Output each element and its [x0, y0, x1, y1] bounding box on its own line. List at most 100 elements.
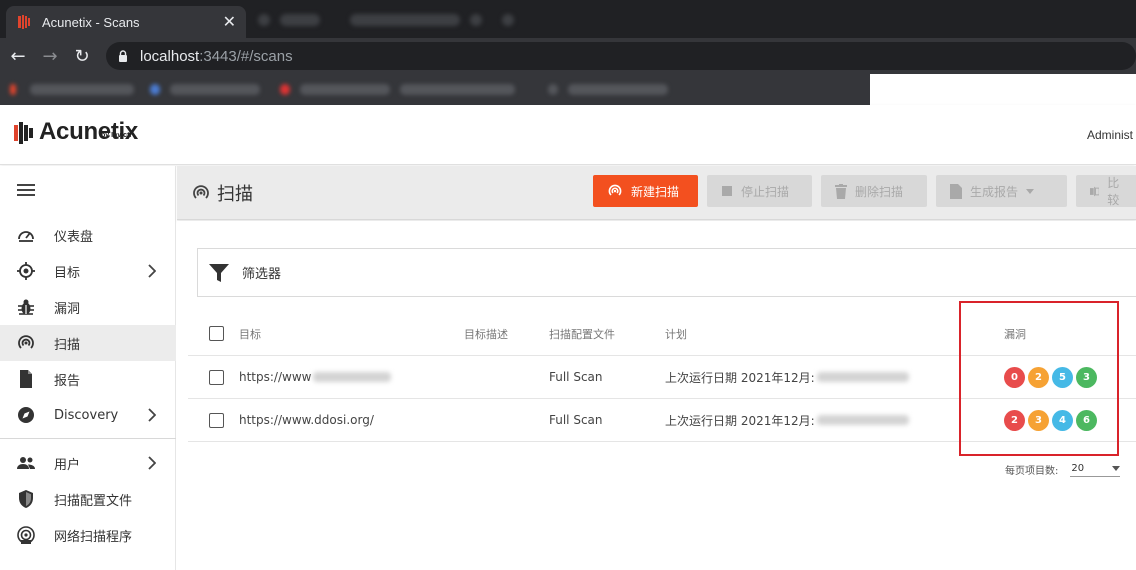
sidebar-item-scan-profiles[interactable]: 扫描配置文件: [0, 481, 176, 517]
row-checkbox[interactable]: [209, 369, 224, 385]
compare-scans-label: 比较: [1107, 176, 1120, 207]
row-select-cell: [209, 356, 224, 398]
new-tab-button[interactable]: [502, 14, 514, 26]
pagination: 每页项目数: 20: [1005, 461, 1121, 477]
compare-scans-button[interactable]: 比较: [1076, 175, 1136, 207]
chevron-right-icon: [148, 408, 156, 422]
items-per-page-select[interactable]: 20: [1070, 461, 1121, 477]
sidebar-nav: 仪表盘 目标 漏洞 扫描 报告 Discovery 用户 扫描配置文件 网络扫描…: [0, 217, 176, 553]
sidebar-item-scans[interactable]: 扫描: [0, 325, 176, 361]
generate-report-label: 生成报告: [970, 184, 1019, 199]
users-icon: [16, 453, 36, 473]
blurred-tab-title: [280, 14, 320, 26]
caret-down-icon: [1026, 188, 1035, 194]
row-select-cell: [209, 399, 224, 441]
bookmark-item[interactable]: [30, 84, 134, 95]
bookmark-icon: [548, 84, 558, 95]
schedule-text: 上次运行日期 2021年12月:: [665, 413, 815, 428]
redacted-text: [313, 372, 392, 382]
bookmarks-bar-blank: [870, 74, 1136, 107]
medium-severity-count[interactable]: 2: [1028, 366, 1049, 388]
sidebar-item-network-scanner[interactable]: 网络扫描程序: [0, 517, 176, 553]
document-icon: [950, 183, 962, 199]
sidebar-item-label: 扫描配置文件: [54, 493, 133, 509]
delete-scan-button[interactable]: 删除扫描: [821, 175, 927, 207]
table-row[interactable]: https://www.ddosi.org/ Full Scan 上次运行日期 …: [188, 399, 1136, 442]
medium-severity-count[interactable]: 3: [1028, 409, 1049, 431]
vulnerabilities-cell: 2 3 4 6: [1004, 399, 1097, 441]
bookmark-item[interactable]: [568, 84, 668, 95]
user-menu[interactable]: Administ: [1087, 128, 1133, 142]
bookmark-item[interactable]: [400, 84, 515, 95]
compass-icon: [16, 405, 36, 425]
redacted-text: [816, 372, 909, 382]
target-cell[interactable]: https://www.ddosi.org/: [239, 399, 374, 441]
sidebar-item-label: 目标: [54, 265, 81, 281]
info-severity-count[interactable]: 6: [1076, 409, 1097, 431]
sidebar-item-label: 漏洞: [54, 301, 81, 317]
row-checkbox[interactable]: [209, 412, 224, 428]
blurred-tab-close: [470, 14, 482, 26]
high-severity-count[interactable]: 0: [1004, 366, 1025, 388]
scans-table: 目标 目标描述 扫描配置文件 计划 漏洞 https://www Full Sc…: [188, 312, 1136, 442]
sidebar-item-users[interactable]: 用户: [0, 445, 176, 481]
sidebar-item-label: 用户: [54, 457, 81, 473]
items-per-page-value: 20: [1071, 463, 1085, 474]
dashboard-gauge-icon: [16, 225, 36, 245]
low-severity-count[interactable]: 5: [1052, 366, 1073, 388]
close-tab-icon[interactable]: ✕: [223, 14, 236, 30]
scans-content: 筛选器 目标 目标描述 扫描配置文件 计划 漏洞 https://www Ful…: [177, 221, 1136, 570]
filter-bar[interactable]: 筛选器: [197, 248, 1136, 297]
url-field[interactable]: localhost:3443/#/scans: [106, 42, 1136, 70]
hamburger-menu-icon[interactable]: [17, 184, 35, 196]
new-scan-button[interactable]: 新建扫描: [593, 175, 698, 207]
target-cell[interactable]: https://www: [239, 356, 392, 398]
bookmark-item[interactable]: [300, 84, 390, 95]
column-header-target[interactable]: 目标: [239, 312, 261, 355]
forward-arrow-icon[interactable]: →: [34, 46, 66, 67]
target-url: https://www: [239, 370, 312, 384]
severity-counts: 2 3 4 6: [1004, 409, 1097, 431]
browser-tab-active[interactable]: Acunetix - Scans ✕: [6, 6, 246, 38]
shield-icon: [16, 489, 36, 509]
column-header-schedule[interactable]: 计划: [665, 312, 687, 355]
url-path: :3443/#/scans: [199, 47, 293, 65]
low-severity-count[interactable]: 4: [1052, 409, 1073, 431]
back-arrow-icon[interactable]: ←: [2, 46, 34, 67]
acunetix-logo-mark-icon: [14, 122, 33, 144]
info-severity-count[interactable]: 3: [1076, 366, 1097, 388]
bug-icon: [16, 297, 36, 317]
brand-byline: by Invicti: [101, 132, 132, 139]
sidebar-item-reports[interactable]: 报告: [0, 361, 176, 397]
bookmarks-bar: [0, 74, 870, 105]
severity-counts: 0 2 5 3: [1004, 366, 1097, 388]
sidebar-item-label: 网络扫描程序: [54, 529, 133, 545]
schedule-cell: 上次运行日期 2021年12月:: [665, 356, 909, 398]
column-header-profile[interactable]: 扫描配置文件: [549, 312, 615, 355]
sidebar-item-discovery[interactable]: Discovery: [0, 397, 176, 433]
high-severity-count[interactable]: 2: [1004, 409, 1025, 431]
blurred-tab-favicon: [258, 14, 270, 26]
column-header-description[interactable]: 目标描述: [464, 312, 508, 355]
table-row[interactable]: https://www Full Scan 上次运行日期 2021年12月: 0…: [188, 356, 1136, 399]
delete-scan-label: 删除扫描: [855, 184, 904, 199]
profile-cell: Full Scan: [549, 370, 603, 384]
network-scanner-icon: [16, 525, 36, 545]
sidebar-item-dashboard[interactable]: 仪表盘: [0, 217, 176, 253]
profile-cell: Full Scan: [549, 413, 603, 427]
url-host: localhost: [140, 47, 200, 65]
stop-icon: [722, 186, 732, 196]
select-all-checkbox[interactable]: [209, 326, 224, 341]
bookmark-item[interactable]: [170, 84, 260, 95]
sidebar-item-vulnerabilities[interactable]: 漏洞: [0, 289, 176, 325]
target-crosshair-icon: [16, 261, 36, 281]
lock-icon: [119, 50, 127, 62]
sidebar-item-targets[interactable]: 目标: [0, 253, 176, 289]
chevron-right-icon: [148, 456, 156, 470]
compare-icon: [1090, 186, 1100, 196]
reload-icon[interactable]: ↻: [66, 46, 98, 67]
column-header-vulnerabilities[interactable]: 漏洞: [1004, 312, 1026, 355]
generate-report-button[interactable]: 生成报告: [936, 175, 1067, 207]
stop-scan-button[interactable]: 停止扫描: [707, 175, 812, 207]
sidebar-item-label: 报告: [54, 373, 81, 389]
